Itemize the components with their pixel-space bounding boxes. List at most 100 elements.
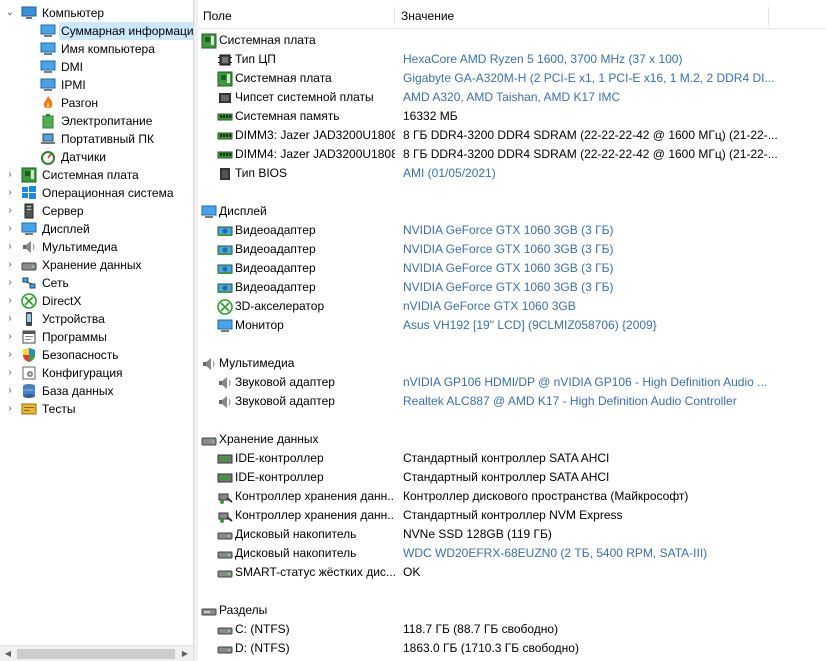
field-value[interactable]: Realtek ALC887 @ AMD K17 - High Definiti… (403, 392, 823, 411)
category-row[interactable]: Хранение данных (198, 430, 826, 449)
tree-item[interactable]: › Безопасность (0, 346, 193, 364)
tree-item[interactable]: IPMI (0, 76, 193, 94)
field-value[interactable]: Asus VH192 [19" LCD] (9CLMIZ058706) {200… (403, 316, 823, 335)
chevron-right-icon[interactable]: › (5, 400, 15, 418)
field-label: Контроллер хранения данн... (235, 488, 395, 503)
category-row[interactable]: Системная плата (198, 31, 826, 50)
tree-item[interactable]: › DirectX (0, 292, 193, 310)
column-separator[interactable] (768, 7, 769, 26)
table-row[interactable]: C: (NTFS) 118.7 ГБ (88.7 ГБ свободно) (198, 620, 826, 639)
chevron-right-icon[interactable]: › (5, 184, 15, 202)
table-row[interactable]: Звуковой адаптер Realtek ALC887 @ AMD K17… (198, 392, 826, 411)
tree-item[interactable]: › Устройства (0, 310, 193, 328)
chipset-icon (219, 92, 231, 103)
field-value[interactable]: AMI (01/05/2021) (403, 164, 823, 183)
chevron-right-icon[interactable]: › (5, 310, 15, 328)
field-value[interactable]: AMD A320, AMD Taishan, AMD K17 IMC (403, 88, 823, 107)
field-value[interactable]: nVIDIA GP106 HDMI/DP @ nVIDIA GP106 - Hi… (403, 373, 823, 392)
details-list[interactable]: Поле Значение Системная плата Тип ЦП HexaC… (198, 0, 826, 661)
field-value: OK (403, 564, 421, 579)
chevron-right-icon[interactable]: › (5, 202, 15, 220)
chevron-right-icon[interactable]: › (5, 238, 15, 256)
chevron-right-icon[interactable]: › (5, 166, 15, 184)
tree-item[interactable]: Суммарная информация (0, 22, 193, 40)
field-label: Чипсет системной платы (235, 89, 374, 104)
chevron-right-icon[interactable]: › (5, 328, 15, 346)
column-separator[interactable] (394, 7, 395, 26)
row-icon (217, 147, 233, 162)
tree-item[interactable]: Имя компьютера (0, 40, 193, 58)
table-row[interactable]: Системная память 16332 МБ (198, 107, 826, 126)
table-row[interactable]: Дисковый накопитель NVNe SSD 128GB (119 Г… (198, 525, 826, 544)
tree-item[interactable]: › Хранение данных (0, 256, 193, 274)
scroll-thumb[interactable] (17, 649, 175, 659)
table-row[interactable]: 3D-акселератор nVIDIA GeForce GTX 1060 3G… (198, 297, 826, 316)
table-row[interactable]: DIMM4: Jazer JAD3200U1808 8 ГБ DDR4-3200 … (198, 145, 826, 164)
field-value[interactable]: WDC WD20EFRX-68EUZN0 (2 ТБ, 5400 RPM, SA… (403, 544, 823, 563)
row-icon (217, 280, 233, 295)
table-row[interactable]: IDE-контроллер Стандартный контроллер SAT… (198, 449, 826, 468)
table-row[interactable]: Видеоадаптер NVIDIA GeForce GTX 1060 3GB … (198, 221, 826, 240)
horizontal-scrollbar[interactable]: ◀ ▶ (0, 645, 193, 661)
tree-item[interactable]: Портативный ПК (0, 130, 193, 148)
table-row[interactable]: Видеоадаптер NVIDIA GeForce GTX 1060 3GB … (198, 240, 826, 259)
tree-item[interactable]: › Конфигурация (0, 364, 193, 382)
table-row[interactable]: DIMM3: Jazer JAD3200U1808 8 ГБ DDR4-3200 … (198, 126, 826, 145)
table-row[interactable]: Системная плата Gigabyte GA-A320M-H (2 PC… (198, 69, 826, 88)
table-row[interactable]: IDE-контроллер Стандартный контроллер SAT… (198, 468, 826, 487)
tree-item-icon (40, 113, 56, 129)
tree-item[interactable]: Электропитание (0, 112, 193, 130)
tree-item[interactable]: › Мультимедиа (0, 238, 193, 256)
field-value[interactable]: HexaCore AMD Ryzen 5 1600, 3700 MHz (37 … (403, 50, 823, 69)
field-value[interactable]: nVIDIA GeForce GTX 1060 3GB (403, 297, 823, 316)
table-row[interactable]: Звуковой адаптер nVIDIA GP106 HDMI/DP @ n… (198, 373, 826, 392)
table-row[interactable]: Видеоадаптер NVIDIA GeForce GTX 1060 3GB … (198, 278, 826, 297)
tree-item[interactable]: DMI (0, 58, 193, 76)
field-value[interactable]: NVIDIA GeForce GTX 1060 3GB (3 ГБ) (403, 221, 823, 240)
row-icon (217, 470, 233, 485)
tree-item[interactable]: › Дисплей (0, 220, 193, 238)
row-icon (217, 394, 233, 409)
chevron-right-icon[interactable]: › (5, 220, 15, 238)
table-row[interactable]: Тип BIOS AMI (01/05/2021) (198, 164, 826, 183)
table-row[interactable]: D: (NTFS) 1863.0 ГБ (1710.3 ГБ свободно) (198, 639, 826, 658)
scroll-right-icon[interactable]: ▶ (177, 646, 193, 661)
tree-item[interactable]: › Сеть (0, 274, 193, 292)
chevron-right-icon[interactable]: › (5, 382, 15, 400)
category-row[interactable]: Разделы (198, 601, 826, 620)
column-header-field[interactable]: Поле (198, 5, 398, 28)
table-row[interactable]: Чипсет системной платы AMD A320, AMD Tais… (198, 88, 826, 107)
column-header-value[interactable]: Значение (396, 5, 766, 28)
table-row[interactable]: SMART-статус жёстких дис... OK (198, 563, 826, 582)
chevron-right-icon[interactable]: › (5, 256, 15, 274)
table-row[interactable]: Монитор Asus VH192 [19" LCD] (9CLMIZ05870… (198, 316, 826, 335)
navigation-tree[interactable]: ⌄ Компьютер Суммарная информация Имя компью… (0, 0, 193, 661)
tree-item[interactable]: › Тесты (0, 400, 193, 418)
category-label: Системная плата (219, 32, 316, 47)
tree-item[interactable]: › Системная плата (0, 166, 193, 184)
tree-item[interactable]: Разгон (0, 94, 193, 112)
tree-item[interactable]: Датчики (0, 148, 193, 166)
table-row[interactable]: Тип ЦП HexaCore AMD Ryzen 5 1600, 3700 MH… (198, 50, 826, 69)
table-row[interactable]: Видеоадаптер NVIDIA GeForce GTX 1060 3GB … (198, 259, 826, 278)
tree-item[interactable]: ⌄ Компьютер (0, 4, 193, 22)
field-value[interactable]: NVIDIA GeForce GTX 1060 3GB (3 ГБ) (403, 278, 823, 297)
category-row[interactable]: Дисплей (198, 202, 826, 221)
chevron-right-icon[interactable]: › (5, 364, 15, 382)
chevron-right-icon[interactable]: › (5, 346, 15, 364)
table-row[interactable]: Дисковый накопитель WDC WD20EFRX-68EUZN0 … (198, 544, 826, 563)
scroll-left-icon[interactable]: ◀ (0, 646, 16, 661)
tree-item[interactable]: › Операционная система (0, 184, 193, 202)
table-row[interactable]: Контроллер хранения данн... Стандартный к… (198, 506, 826, 525)
field-value[interactable]: NVIDIA GeForce GTX 1060 3GB (3 ГБ) (403, 259, 823, 278)
chevron-right-icon[interactable]: › (5, 274, 15, 292)
chevron-right-icon[interactable]: › (5, 292, 15, 310)
tree-item[interactable]: › Программы (0, 328, 193, 346)
tree-item[interactable]: › База данных (0, 382, 193, 400)
table-row[interactable]: Контроллер хранения данн... Контроллер ди… (198, 487, 826, 506)
field-value[interactable]: NVIDIA GeForce GTX 1060 3GB (3 ГБ) (403, 240, 823, 259)
tree-item[interactable]: › Сервер (0, 202, 193, 220)
category-row[interactable]: Мультимедиа (198, 354, 826, 373)
chevron-down-icon[interactable]: ⌄ (5, 4, 15, 22)
field-value[interactable]: Gigabyte GA-A320M-H (2 PCI-E x1, 1 PCI-E… (403, 69, 823, 88)
